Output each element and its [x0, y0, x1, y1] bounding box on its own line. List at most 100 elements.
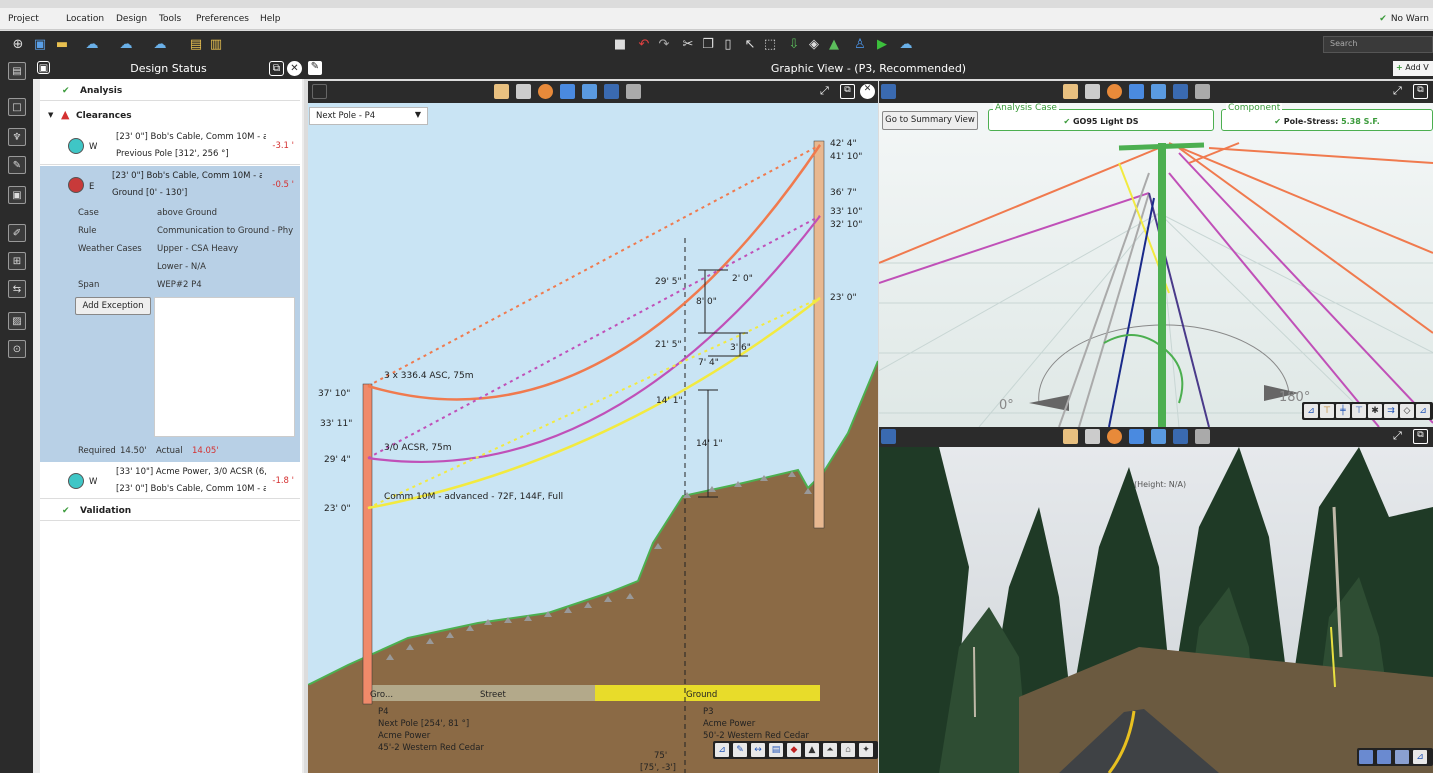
photo-view-icon[interactable]	[604, 84, 619, 99]
add-exception-button[interactable]: Add Exception	[75, 297, 151, 315]
marker-icon[interactable]: ◆	[787, 743, 801, 757]
exception-textarea[interactable]	[154, 297, 295, 437]
edit-icon[interactable]: ✎	[8, 156, 26, 174]
expand-icon[interactable]: ⤢	[1393, 84, 1408, 99]
measure-icon[interactable]: ⊿	[1413, 750, 1427, 764]
paste-icon[interactable]: ▯	[720, 36, 736, 52]
analysis-icon[interactable]: ♙	[852, 36, 868, 52]
run-icon[interactable]: ▶	[874, 36, 890, 52]
popout-icon[interactable]: ⧉	[1413, 429, 1428, 444]
delete-icon[interactable]: ■	[612, 36, 628, 52]
profile-view[interactable]: 37' 10" 33' 11" 29' 4" 23' 0" 42' 4" 41'…	[308, 103, 878, 773]
box-select-icon[interactable]: ⬚	[762, 36, 778, 52]
calc-icon[interactable]: ▤	[769, 743, 783, 757]
clearance-row-selected[interactable]: E [23' 0"] Bob's Cable, Comm 10M - ac Gr…	[40, 166, 300, 462]
measure-icon[interactable]: ⊿	[715, 743, 729, 757]
popout-icon[interactable]: ⧉	[840, 84, 855, 99]
table-icon[interactable]: ▥	[208, 36, 224, 52]
photo-compare-icon[interactable]	[1395, 750, 1409, 764]
pole-view-icon[interactable]	[1063, 429, 1078, 444]
add-view-button[interactable]: + Add V	[1393, 61, 1433, 76]
clearances-section[interactable]: ▼ ▲ Clearances	[40, 106, 300, 126]
expand-icon[interactable]: ⤢	[820, 84, 835, 99]
tag-icon[interactable]: ◈	[806, 36, 822, 52]
menu-location[interactable]: Location	[66, 14, 104, 24]
page-view-icon[interactable]	[1085, 429, 1100, 444]
span-icon[interactable]: ↔	[751, 743, 765, 757]
pole-view-icon[interactable]	[1063, 84, 1078, 99]
pole-view-icon[interactable]	[494, 84, 509, 99]
popout-icon[interactable]: ⧉	[269, 61, 284, 76]
summary-view-button[interactable]: Go to Summary View	[882, 111, 978, 130]
ruler-icon[interactable]: ✎	[733, 743, 747, 757]
map-pin-icon[interactable]: ⊙	[8, 340, 26, 358]
image-icon[interactable]: ▨	[8, 312, 26, 330]
notes-icon[interactable]: ✐	[8, 224, 26, 242]
cut-icon[interactable]: ✂	[680, 36, 696, 52]
popout-icon[interactable]: ⧉	[1413, 84, 1428, 99]
page-view-icon[interactable]	[516, 84, 531, 99]
page-view-icon[interactable]	[1085, 84, 1100, 99]
photo-icon[interactable]	[1359, 750, 1373, 764]
select-icon[interactable]: ↖	[742, 36, 758, 52]
sphere-view-icon[interactable]	[538, 84, 553, 99]
component-box[interactable]: Component ✔ Pole-Stress: 5.38 S.F.	[1221, 103, 1433, 131]
clearance-row[interactable]: W [33' 10"] Acme Power, 3/0 ACSR (6, [23…	[40, 463, 300, 499]
profile-view-icon[interactable]	[1151, 84, 1166, 99]
close-icon[interactable]: ✕	[287, 61, 302, 76]
lock-icon[interactable]: ▲	[826, 36, 842, 52]
menu-preferences[interactable]: Preferences	[196, 14, 249, 24]
sphere-view-icon[interactable]	[1107, 429, 1122, 444]
analysis-case-box[interactable]: Analysis Case ✔ GO95 Light DS	[988, 103, 1214, 131]
menu-project[interactable]: Project	[8, 14, 39, 24]
profile-view-icon[interactable]	[582, 84, 597, 99]
photo-view-icon[interactable]	[1173, 84, 1188, 99]
sphere-view-icon[interactable]	[1107, 84, 1122, 99]
search-input[interactable]: Search	[1323, 36, 1433, 53]
map-view-icon[interactable]	[1195, 429, 1210, 444]
swap-icon[interactable]: ⇆	[8, 280, 26, 298]
terrain-icon[interactable]: ▲	[805, 743, 819, 757]
map-view-icon[interactable]	[626, 84, 641, 99]
insulator-icon[interactable]: ⊤	[1352, 404, 1366, 418]
undo-icon[interactable]: ↶	[636, 36, 652, 52]
grid-icon[interactable]: ⊞	[8, 252, 26, 270]
folder-icon[interactable]: ▬	[54, 36, 70, 52]
cloud-upload-icon[interactable]: ☁	[84, 36, 100, 52]
map-view-icon[interactable]	[1195, 84, 1210, 99]
pole-tool-icon[interactable]: ♆	[8, 128, 26, 146]
expand-icon[interactable]: ⤢	[1393, 429, 1408, 444]
hill-icon[interactable]: ⏶	[823, 743, 837, 757]
menu-tools[interactable]: Tools	[159, 14, 181, 24]
validation-section[interactable]: ✔ Validation	[40, 501, 300, 521]
panel-toggle-icon[interactable]: ▤	[8, 62, 26, 80]
house-icon[interactable]: ⌂	[841, 743, 855, 757]
menu-help[interactable]: Help	[260, 14, 281, 24]
photo-layer-icon[interactable]	[1377, 750, 1391, 764]
pole-icon[interactable]: ⊤	[1320, 404, 1334, 418]
photo-view-icon[interactable]	[1173, 429, 1188, 444]
status-icon[interactable]: ▣	[8, 186, 26, 204]
clearance-row[interactable]: W [23' 0"] Bob's Cable, Comm 10M - ac Pr…	[40, 127, 300, 165]
profile-view-icon[interactable]	[1151, 429, 1166, 444]
blank-page-icon[interactable]: □	[8, 98, 26, 116]
cloud-run-icon[interactable]: ☁	[898, 36, 914, 52]
list-view-icon[interactable]	[560, 84, 575, 99]
close-icon[interactable]: ✕	[860, 84, 875, 99]
measure-icon[interactable]: ⊿	[1304, 404, 1318, 418]
save-icon[interactable]: ▣	[32, 36, 48, 52]
copy-icon[interactable]: ❐	[700, 36, 716, 52]
view3d[interactable]: 0° 180° Go to Summary View Analysis Case…	[879, 103, 1433, 427]
anchor-icon[interactable]: ✱	[1368, 404, 1382, 418]
menu-design[interactable]: Design	[116, 14, 147, 24]
crossarm-icon[interactable]: ╪	[1336, 404, 1350, 418]
import-icon[interactable]: ⇩	[786, 36, 802, 52]
redo-icon[interactable]: ↷	[656, 36, 672, 52]
cloud-info-icon[interactable]: ☁	[152, 36, 168, 52]
wrench-icon[interactable]: ✦	[859, 743, 873, 757]
list-view-icon[interactable]	[1129, 84, 1144, 99]
next-pole-select[interactable]: Next Pole - P4 ▼	[309, 107, 428, 125]
list-view-icon[interactable]	[1129, 429, 1144, 444]
guy-icon[interactable]: ⇉	[1384, 404, 1398, 418]
report-icon[interactable]: ▤	[188, 36, 204, 52]
